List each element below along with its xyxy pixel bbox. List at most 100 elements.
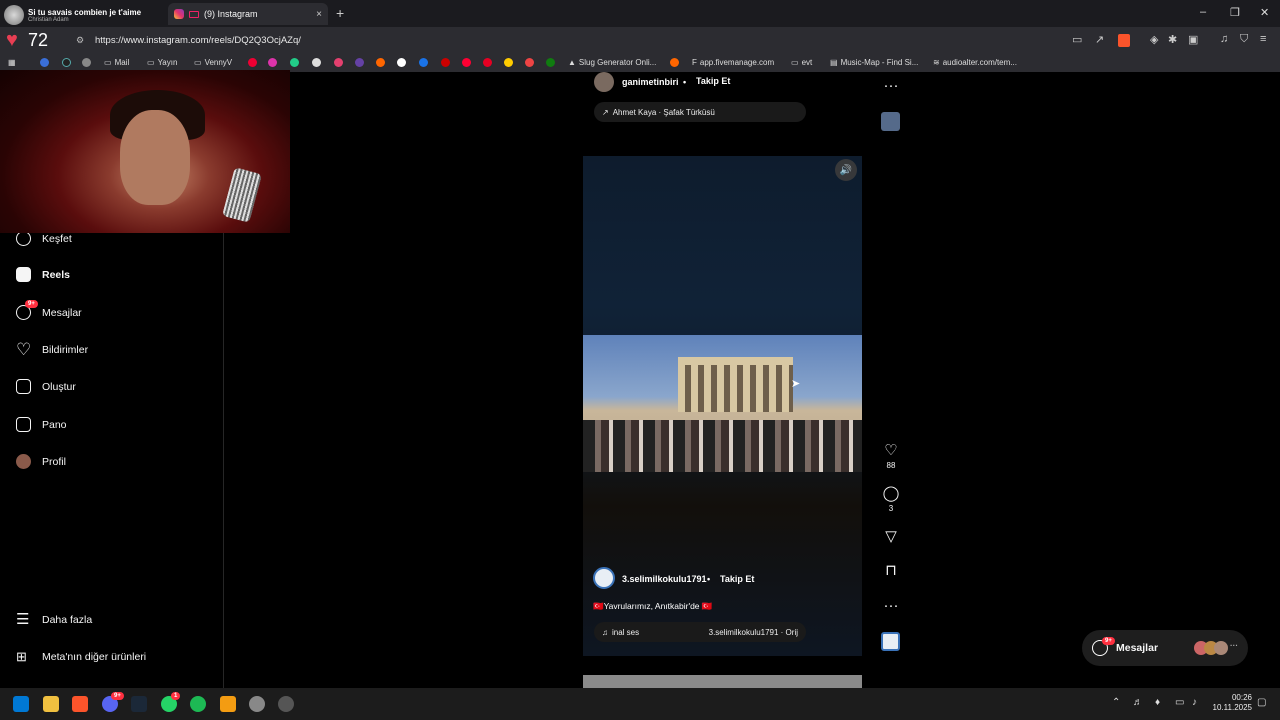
puzzle-icon[interactable]: ✱ xyxy=(1168,33,1177,46)
reel-video[interactable] xyxy=(583,335,862,472)
tray-chevron-icon[interactable]: ⌃ xyxy=(1112,697,1120,708)
volume-icon[interactable]: 🔊 xyxy=(835,159,857,181)
prev-music-pill[interactable]: ↗ Ahmet Kaya · Şafak Türküsü xyxy=(594,102,806,122)
brave-shield-icon[interactable] xyxy=(1118,34,1130,47)
prev-reel-username[interactable]: ganimetinbiri xyxy=(622,77,679,87)
windows-start-icon[interactable] xyxy=(13,696,29,712)
prev-more-icon[interactable]: ··· xyxy=(880,78,902,94)
sidebar-item-reels[interactable]: Reels xyxy=(16,267,70,282)
bookmark-audioalter[interactable]: ≋ audioalter.com/tem... xyxy=(933,58,1017,67)
new-tab-button[interactable]: + xyxy=(336,5,344,21)
share-icon[interactable]: ↗ xyxy=(1095,33,1104,46)
prev-follow-button[interactable]: Takip Et xyxy=(696,76,730,86)
clock[interactable]: 00:26 10.11.2025 xyxy=(1212,693,1252,713)
brave-taskbar-icon[interactable] xyxy=(72,696,88,712)
site-info-icon[interactable]: ⚙ xyxy=(76,35,84,46)
tab-close-icon[interactable]: × xyxy=(316,9,322,20)
instagram-bookmark-icon[interactable] xyxy=(334,58,343,67)
prev-audio-thumbnail[interactable] xyxy=(881,112,900,131)
music-icon[interactable]: ♫ xyxy=(1220,33,1228,45)
reel-username[interactable]: 3.selimilkokulu1791 xyxy=(622,574,707,584)
sidebar-item-dashboard[interactable]: Pano xyxy=(16,417,67,432)
close-window-button[interactable]: ✕ xyxy=(1260,6,1269,19)
apps-grid-icon[interactable]: ▦ xyxy=(8,58,16,67)
tab-title: (9) Instagram xyxy=(204,9,258,19)
bookmark-icon[interactable] xyxy=(62,58,71,67)
reel-follow-button[interactable]: Takip Et xyxy=(720,574,754,584)
settings-icon[interactable] xyxy=(249,696,265,712)
minimize-button[interactable]: – xyxy=(1200,6,1206,18)
x-bookmark-icon[interactable] xyxy=(397,58,406,67)
messages-float-button[interactable]: Mesajlar ··· xyxy=(1082,630,1248,666)
instagram-icon xyxy=(174,9,184,19)
hamburger-icon: ☰ xyxy=(16,611,30,628)
bookmark-icon[interactable] xyxy=(504,58,513,67)
avatar[interactable] xyxy=(594,72,614,92)
bookmark-icon[interactable] xyxy=(290,58,299,67)
vpn-icon[interactable]: ⛉ xyxy=(1240,33,1248,46)
messages-float-badge: 9+ xyxy=(1102,637,1115,645)
bookmark-slug-generator[interactable]: ▲ Slug Generator Onli... xyxy=(568,58,656,67)
bookmark-icon[interactable] xyxy=(312,58,321,67)
arrow-up-right-icon: ↗ xyxy=(602,107,609,117)
app-icon[interactable] xyxy=(278,696,294,712)
media-widget[interactable]: Si tu savais combien je t'aime Christian… xyxy=(4,4,164,26)
headset-icon[interactable]: ♬ xyxy=(1133,697,1143,708)
profile-avatar xyxy=(16,454,31,469)
reel-author-avatar[interactable] xyxy=(593,567,615,589)
xbox-bookmark-icon[interactable] xyxy=(546,58,555,67)
speaker-icon[interactable]: ♪ xyxy=(1192,697,1197,708)
file-explorer-icon[interactable] xyxy=(43,696,59,712)
bookmark-mail[interactable]: ▭ Mail xyxy=(104,58,129,67)
url-field[interactable]: https://www.instagram.com/reels/DQ2Q3Ocj… xyxy=(95,35,301,46)
reel-audio-pill[interactable]: ♫ inal ses 3.selimilkokulu1791 · Orij xyxy=(594,622,806,642)
save-button[interactable]: ⊓ xyxy=(880,563,902,579)
bookmark-icon[interactable] xyxy=(376,58,385,67)
reel-dot: • xyxy=(707,574,711,584)
sidebar-more[interactable]: ☰ Daha fazla xyxy=(16,612,92,627)
bookmark-icon[interactable] xyxy=(525,58,534,67)
bookmark-vennyv[interactable]: ▭ VennyV xyxy=(194,58,232,67)
steam-icon[interactable] xyxy=(131,696,147,712)
sidebar-item-create[interactable]: Oluştur xyxy=(16,379,76,394)
more-options-button[interactable]: ··· xyxy=(880,598,902,614)
bookmark-icon[interactable] xyxy=(40,58,49,67)
bookmark-icon[interactable] xyxy=(419,58,428,67)
cast-icon[interactable]: ▭ xyxy=(1072,33,1082,46)
microphone-icon[interactable]: ♦ xyxy=(1155,697,1160,708)
scrollbar[interactable] xyxy=(1270,76,1280,688)
bookmark-music-map[interactable]: ▤ Music-Map - Find Si... xyxy=(830,58,918,67)
sidebar-meta-products[interactable]: ⊞ Meta'nın diğer ürünleri xyxy=(16,649,146,664)
twitch-bookmark-icon[interactable] xyxy=(355,58,364,67)
chart-icon xyxy=(16,417,31,432)
bookmark-evt[interactable]: ▭ evt xyxy=(791,58,812,67)
menu-icon[interactable]: ≡ xyxy=(1260,33,1266,45)
maximize-button[interactable]: ❐ xyxy=(1230,6,1240,19)
comment-button[interactable]: ◯ 3 xyxy=(880,486,902,514)
pinterest-bookmark-icon[interactable] xyxy=(483,58,492,67)
sidebar-item-notifications[interactable]: ♡ Bildirimler xyxy=(16,341,88,358)
sidebar-item-profile[interactable]: Profil xyxy=(16,454,66,469)
bookmark-icon[interactable] xyxy=(268,58,277,67)
youtube-bookmark-icon[interactable] xyxy=(462,58,471,67)
sidebar-toggle-icon[interactable]: ▣ xyxy=(1188,33,1198,46)
heart-icon: ♥ xyxy=(6,29,18,51)
bookmark-icon[interactable] xyxy=(82,58,91,67)
sidebar-item-explore[interactable]: Keşfet xyxy=(16,231,72,246)
bookmark-icon[interactable] xyxy=(248,58,257,67)
audio-thumbnail[interactable] xyxy=(881,632,900,651)
bookmark-icon[interactable] xyxy=(441,58,450,67)
heart-outline-icon: ♡ xyxy=(884,442,898,459)
tab-instagram[interactable]: (9) Instagram × xyxy=(168,3,328,25)
extension-icon[interactable]: ◈ xyxy=(1150,33,1158,46)
bookmark-yayin[interactable]: ▭ Yayın xyxy=(147,58,177,67)
share-button[interactable]: ▽ xyxy=(880,529,902,545)
like-button[interactable]: ♡ 88 xyxy=(880,442,902,471)
bookmark-fivemanage[interactable]: Fapp.fivemanage.com xyxy=(692,58,774,67)
reddit-bookmark-icon[interactable] xyxy=(670,58,679,67)
notification-icon[interactable]: ▢ xyxy=(1257,697,1266,708)
network-icon[interactable]: ▭ xyxy=(1175,697,1184,708)
spotify-icon[interactable] xyxy=(190,696,206,712)
next-reel-preview[interactable] xyxy=(583,675,862,688)
app-icon[interactable] xyxy=(220,696,236,712)
